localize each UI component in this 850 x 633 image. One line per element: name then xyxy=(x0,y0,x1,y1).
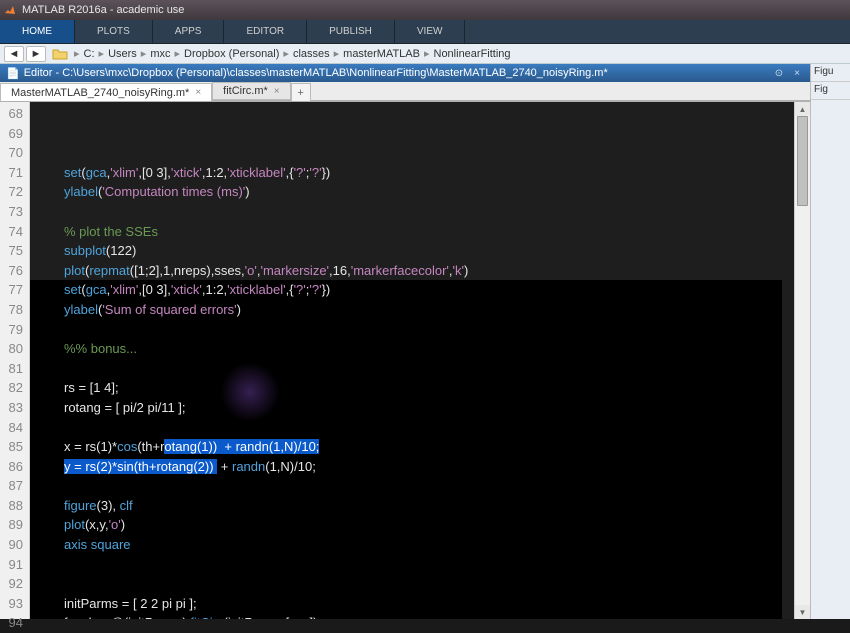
close-icon[interactable]: × xyxy=(274,86,280,97)
editor-icon: 📄 xyxy=(6,67,20,80)
scroll-up-button[interactable]: ▲ xyxy=(795,102,810,116)
maximize-icon: ⊙ xyxy=(775,68,783,79)
breadcrumb[interactable]: Dropbox (Personal) xyxy=(182,48,281,60)
nav-back-button[interactable]: ◄ xyxy=(4,46,24,62)
arrow-left-icon: ◄ xyxy=(9,48,20,60)
right-dock: Figu Fig xyxy=(810,64,850,619)
current-folder-bar: ◄ ► ▸ C: ▸ Users ▸ mxc ▸ Dropbox (Person… xyxy=(0,44,850,64)
crumb-sep-icon: ▸ xyxy=(422,47,432,60)
crumb-sep-icon: ▸ xyxy=(173,47,183,60)
toolstrip-tab-editor[interactable]: EDITOR xyxy=(224,20,307,43)
file-tab-label: MasterMATLAB_2740_noisyRing.m* xyxy=(11,87,189,99)
new-tab-button[interactable]: + xyxy=(291,83,311,101)
file-tab-active[interactable]: MasterMATLAB_2740_noisyRing.m* × xyxy=(0,83,212,101)
breadcrumb[interactable]: masterMATLAB xyxy=(341,48,422,60)
toolstrip: HOME PLOTS APPS EDITOR PUBLISH VIEW xyxy=(0,20,850,44)
crumb-sep-icon: ▸ xyxy=(281,47,291,60)
breadcrumb[interactable]: classes xyxy=(291,48,332,60)
breadcrumb[interactable]: NonlinearFitting xyxy=(432,48,513,60)
crumb-sep-icon: ▸ xyxy=(332,47,342,60)
toolstrip-tab-home[interactable]: HOME xyxy=(0,20,75,43)
toolstrip-tab-view[interactable]: VIEW xyxy=(395,20,466,43)
vertical-scrollbar[interactable]: ▲ ▼ xyxy=(794,102,810,619)
editor-title: Editor - C:\Users\mxc\Dropbox (Personal)… xyxy=(24,67,768,79)
nav-fwd-button[interactable]: ► xyxy=(26,46,46,62)
window-titlebar: MATLAB R2016a - academic use xyxy=(0,0,850,20)
figures-panel-header[interactable]: Figu xyxy=(811,64,850,82)
editor-file-tabs: MasterMATLAB_2740_noisyRing.m* × fitCirc… xyxy=(0,82,810,102)
code-editor[interactable]: 6869707172737475767778798081828384858687… xyxy=(0,102,810,619)
arrow-up-icon: ▲ xyxy=(799,105,807,114)
breadcrumb[interactable]: mxc xyxy=(148,48,172,60)
figure-palette-header[interactable]: Fig xyxy=(811,82,850,100)
scroll-thumb[interactable] xyxy=(797,116,808,206)
code-area[interactable]: set(gca,'xlim',[0 3],'xtick',1:2,'xtickl… xyxy=(30,102,794,619)
line-number-gutter: 6869707172737475767778798081828384858687… xyxy=(0,102,30,619)
crumb-sep-icon: ▸ xyxy=(139,47,149,60)
arrow-right-icon: ► xyxy=(31,48,42,60)
arrow-down-icon: ▼ xyxy=(799,608,807,617)
file-tab[interactable]: fitCirc.m* × xyxy=(212,82,290,100)
matlab-logo-icon xyxy=(4,4,16,16)
breadcrumb[interactable]: C: xyxy=(82,48,97,60)
toolstrip-tab-apps[interactable]: APPS xyxy=(153,20,225,43)
editor-maximize-button[interactable]: ⊙ xyxy=(772,66,786,80)
window-title: MATLAB R2016a - academic use xyxy=(22,4,184,16)
file-tab-label: fitCirc.m* xyxy=(223,85,268,97)
breadcrumb[interactable]: Users xyxy=(106,48,139,60)
scroll-down-button[interactable]: ▼ xyxy=(795,605,810,619)
close-icon: × xyxy=(794,68,800,79)
plus-icon: + xyxy=(297,87,303,99)
editor-window-header: 📄 Editor - C:\Users\mxc\Dropbox (Persona… xyxy=(0,64,810,82)
close-icon[interactable]: × xyxy=(195,87,201,98)
toolstrip-tab-publish[interactable]: PUBLISH xyxy=(307,20,395,43)
folder-icon xyxy=(52,47,68,61)
crumb-sep-icon: ▸ xyxy=(97,47,107,60)
toolstrip-tab-plots[interactable]: PLOTS xyxy=(75,20,153,43)
editor-close-button[interactable]: × xyxy=(790,66,804,80)
crumb-sep-icon: ▸ xyxy=(72,47,82,60)
